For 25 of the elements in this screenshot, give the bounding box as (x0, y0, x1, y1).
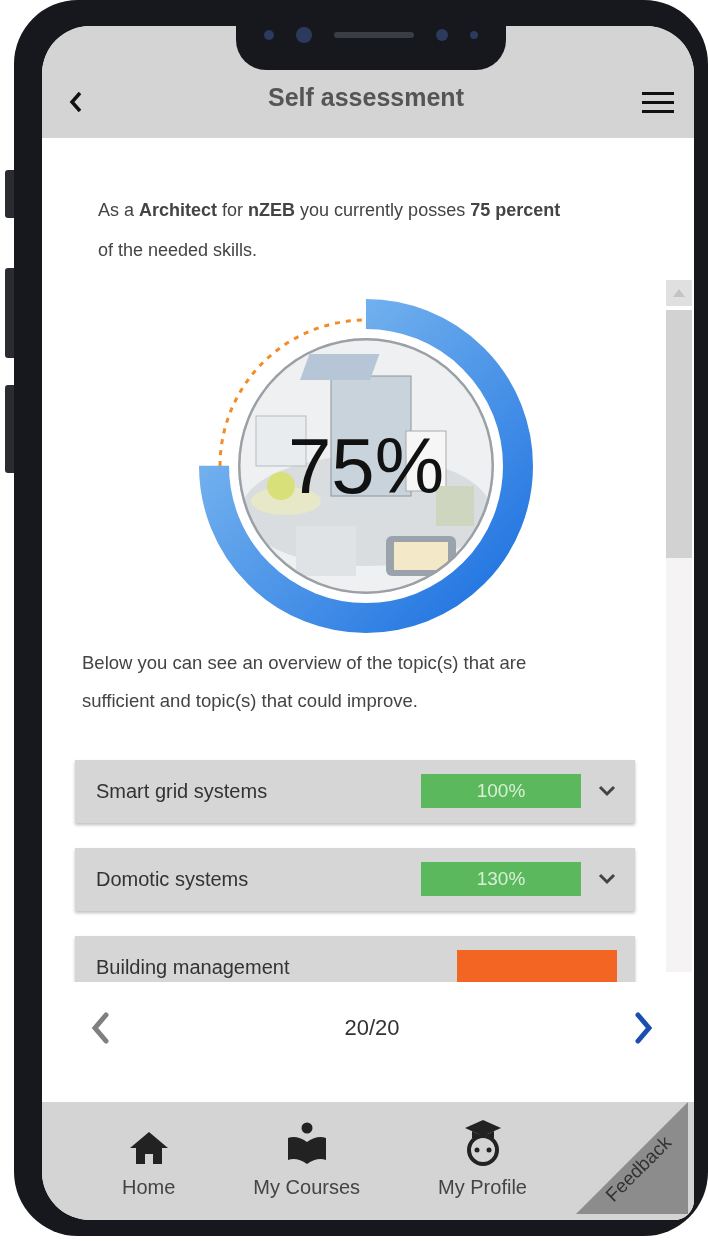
topic-card[interactable]: Domotic systems 130% (75, 848, 635, 911)
scrollbar-thumb[interactable] (666, 310, 692, 558)
screen-title: Self assessment (267, 81, 465, 113)
expand-chevron-icon[interactable] (597, 784, 617, 798)
nav-item[interactable]: My Profile (438, 1124, 527, 1202)
topic-card[interactable]: Smart grid systems 100% (75, 760, 635, 823)
percent-value: 75% (287, 427, 445, 505)
topic-name: Building management (96, 955, 291, 979)
page-counter: 20/20 (343, 1014, 401, 1042)
topic-name: Domotic systems (96, 867, 250, 891)
summary-text: As a Architect for nZEB you currently posses 75 percent of the needed skills. (98, 199, 562, 262)
topic-name: Smart grid systems (96, 779, 269, 803)
topic-card[interactable]: Building management (75, 936, 635, 982)
nav-item[interactable]: Home (122, 1124, 176, 1202)
triangle-up-icon (672, 288, 686, 298)
chevron-left-icon (90, 1012, 110, 1044)
chevron-right-icon (634, 1012, 654, 1044)
score-bar: 130% (421, 862, 581, 896)
reading-person-icon (286, 1122, 327, 1166)
score-bar: 100% (421, 774, 581, 808)
expand-chevron-icon[interactable] (597, 872, 617, 886)
chevron-left-icon (68, 91, 84, 113)
home-icon (128, 1130, 169, 1166)
nav-item[interactable]: My Courses (253, 1124, 361, 1202)
overview-text: Below you can see an overview of the topic(s) that are sufficient and topic(s) that could improve. (82, 651, 528, 713)
